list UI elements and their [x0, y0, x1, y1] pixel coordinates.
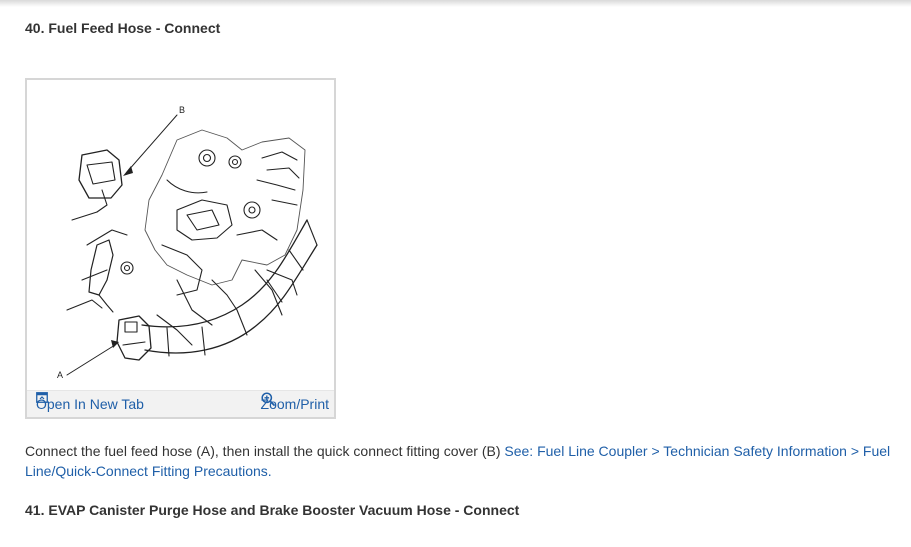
zoom-print-link[interactable]: Zoom/Print — [260, 392, 329, 413]
fuel-feed-hose-illustration[interactable]: B A — [27, 80, 334, 391]
callout-b: B — [179, 105, 185, 115]
open-in-new-tab-link[interactable]: Open In New Tab — [36, 392, 144, 413]
instruction-text: Connect the fuel feed hose (A), then ins… — [25, 443, 505, 459]
top-shadow — [0, 0, 911, 7]
step-41-title: 41. EVAP Canister Purge Hose and Brake B… — [25, 502, 520, 518]
page: 40. Fuel Feed Hose - Connect B A Open In… — [0, 0, 911, 547]
open-in-new-tab-label: Open In New Tab — [36, 396, 144, 412]
step-40-title: 40. Fuel Feed Hose - Connect — [25, 20, 221, 36]
step-40-figure: B A Open In New Tab Zoom/Print — [25, 78, 336, 419]
external-tab-icon — [36, 392, 48, 403]
callout-a: A — [57, 370, 63, 380]
magnifier-plus-icon — [260, 392, 275, 406]
step-40-instruction: Connect the fuel feed hose (A), then ins… — [25, 441, 895, 481]
figure-toolbar: Open In New Tab Zoom/Print — [27, 390, 334, 417]
